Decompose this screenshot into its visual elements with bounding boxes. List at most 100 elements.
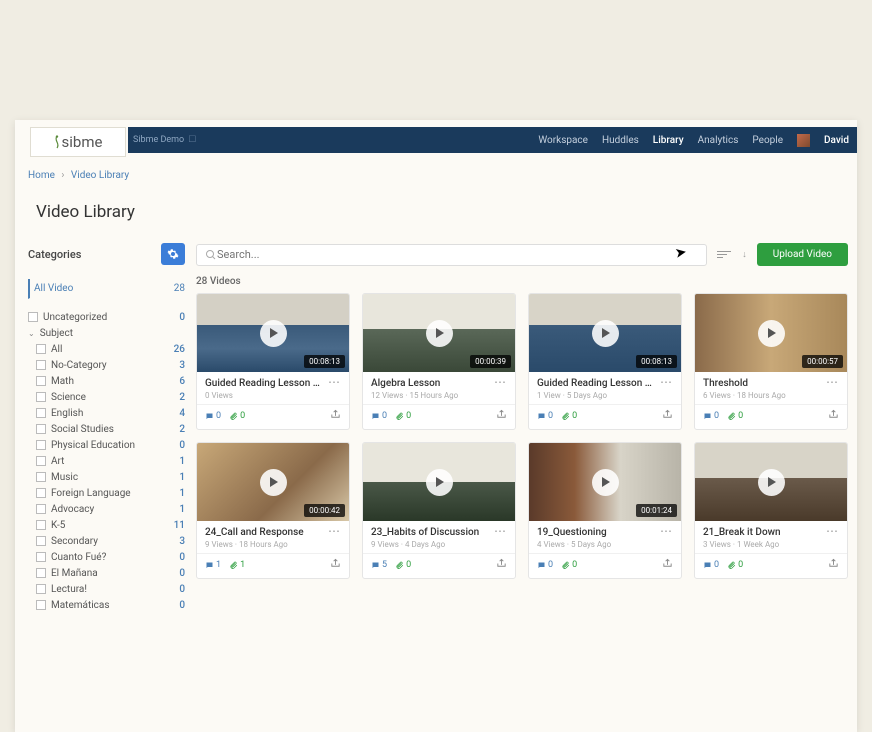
chevron-down-icon[interactable]: ⌄ [28,329,35,338]
share-button[interactable] [496,558,507,572]
more-menu-button[interactable]: ⋯ [826,527,839,535]
video-card[interactable]: 21_Break it Down ⋯ 3 Views · 1 Week Ago … [694,442,848,579]
nav-people[interactable]: People [752,135,783,146]
checkbox-icon[interactable] [36,376,46,386]
play-button[interactable] [260,320,287,347]
comment-count[interactable]: 0 [703,411,719,421]
attachment-count[interactable]: 1 [229,560,245,570]
video-thumbnail[interactable] [363,443,515,521]
play-button[interactable] [426,320,453,347]
attachment-count[interactable]: 0 [561,560,577,570]
sidebar-subject-item[interactable]: Art1 [36,453,185,469]
sidebar-subject-item[interactable]: Math6 [36,373,185,389]
nav-workspace[interactable]: Workspace [538,135,588,146]
more-menu-button[interactable]: ⋯ [660,527,673,535]
comment-count[interactable]: 1 [205,560,221,570]
play-button[interactable] [592,469,619,496]
sidebar-subject-item[interactable]: Music1 [36,469,185,485]
attachment-count[interactable]: 0 [229,411,245,421]
checkbox-icon[interactable] [36,504,46,514]
share-button[interactable] [662,558,673,572]
sidebar-subject-item[interactable]: Secondary3 [36,533,185,549]
comment-count[interactable]: 5 [371,560,387,570]
checkbox-icon[interactable] [36,552,46,562]
video-thumbnail[interactable]: 00:00:42 [197,443,349,521]
sort-button[interactable] [717,246,737,264]
checkbox-icon[interactable] [36,600,46,610]
nav-analytics[interactable]: Analytics [698,135,739,146]
share-button[interactable] [330,558,341,572]
video-thumbnail[interactable]: 00:00:57 [695,294,847,372]
comment-count[interactable]: 0 [537,560,553,570]
sidebar-subject-item[interactable]: Physical Education0 [36,437,185,453]
checkbox-icon[interactable] [36,488,46,498]
checkbox-icon[interactable] [36,440,46,450]
video-card[interactable]: 23_Habits of Discussion ⋯ 9 Views · 4 Da… [362,442,516,579]
checkbox-icon[interactable] [36,424,46,434]
sidebar-subject-item[interactable]: Cuanto Fué?0 [36,549,185,565]
more-menu-button[interactable]: ⋯ [328,527,341,535]
attachment-count[interactable]: 0 [395,560,411,570]
checkbox-icon[interactable] [36,360,46,370]
search-box[interactable] [196,244,707,266]
nav-library[interactable]: Library [653,135,684,146]
attachment-count[interactable]: 0 [727,411,743,421]
checkbox-icon[interactable] [36,392,46,402]
user-name[interactable]: David [824,135,849,146]
sidebar-subject-item[interactable]: All26 [36,341,185,357]
video-thumbnail[interactable]: 00:08:13 [197,294,349,372]
video-card[interactable]: 00:08:13 Guided Reading Lesson 1... ⋯ 0 … [196,293,350,430]
play-button[interactable] [758,469,785,496]
sidebar-subject-item[interactable]: No-Category3 [36,357,185,373]
sidebar-subject-item[interactable]: Science2 [36,389,185,405]
more-menu-button[interactable]: ⋯ [494,527,507,535]
share-button[interactable] [496,409,507,423]
video-thumbnail[interactable]: 00:08:13 [529,294,681,372]
sidebar-subject-item[interactable]: English4 [36,405,185,421]
more-menu-button[interactable]: ⋯ [826,378,839,386]
video-card[interactable]: 00:00:42 24_Call and Response ⋯ 9 Views … [196,442,350,579]
sidebar-subject-toggle[interactable]: ⌄Subject [28,325,185,341]
more-menu-button[interactable]: ⋯ [494,378,507,386]
crumb-home[interactable]: Home [28,170,55,181]
sidebar-subject-item[interactable]: Lectura!0 [36,581,185,597]
video-card[interactable]: 00:00:57 Threshold ⋯ 6 Views · 18 Hours … [694,293,848,430]
upload-video-button[interactable]: Upload Video [757,243,848,266]
search-input[interactable] [217,248,698,261]
comment-count[interactable]: 0 [371,411,387,421]
sidebar-subject-item[interactable]: El Mañana0 [36,565,185,581]
share-button[interactable] [330,409,341,423]
attachment-count[interactable]: 0 [727,560,743,570]
nav-huddles[interactable]: Huddles [602,135,639,146]
subaccount-label[interactable]: Sibme Demo☐ [133,135,196,145]
share-button[interactable] [828,409,839,423]
sidebar-subject-item[interactable]: Foreign Language1 [36,485,185,501]
avatar[interactable] [797,134,810,147]
sidebar-uncategorized[interactable]: Uncategorized 0 [28,309,185,325]
attachment-count[interactable]: 0 [395,411,411,421]
checkbox-icon[interactable] [36,456,46,466]
sidebar-subject-item[interactable]: K-511 [36,517,185,533]
logo[interactable]: sibme [30,127,126,157]
checkbox-icon[interactable] [36,536,46,546]
video-card[interactable]: 00:00:39 Algebra Lesson ⋯ 12 Views · 15 … [362,293,516,430]
checkbox-icon[interactable] [36,472,46,482]
video-card[interactable]: 00:01:24 19_Questioning ⋯ 4 Views · 5 Da… [528,442,682,579]
video-thumbnail[interactable]: 00:01:24 [529,443,681,521]
checkbox-icon[interactable] [36,568,46,578]
more-menu-button[interactable]: ⋯ [328,378,341,386]
share-button[interactable] [828,558,839,572]
sidebar-subject-item[interactable]: Social Studies2 [36,421,185,437]
video-thumbnail[interactable]: 00:00:39 [363,294,515,372]
video-card[interactable]: 00:08:13 Guided Reading Lesson 1... ⋯ 1 … [528,293,682,430]
sidebar-subject-item[interactable]: Advocacy1 [36,501,185,517]
more-menu-button[interactable]: ⋯ [660,378,673,386]
sidebar-all-video[interactable]: All Video 28 [28,279,185,299]
play-button[interactable] [592,320,619,347]
checkbox-icon[interactable] [36,584,46,594]
checkbox-icon[interactable] [36,408,46,418]
play-button[interactable] [426,469,453,496]
share-button[interactable] [662,409,673,423]
comment-count[interactable]: 0 [537,411,553,421]
checkbox-icon[interactable] [36,344,46,354]
